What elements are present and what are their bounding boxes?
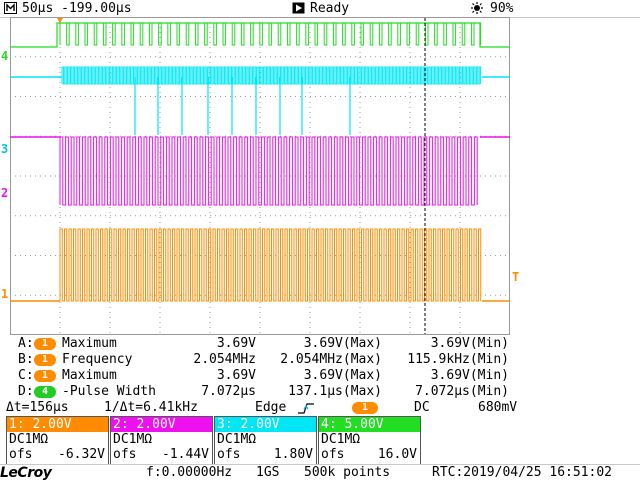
status-bar: 50µs -199.00µs Ready 90% bbox=[0, 0, 640, 18]
play-icon[interactable] bbox=[292, 2, 305, 14]
run-state[interactable]: Ready bbox=[310, 0, 349, 17]
cursor-trigger-bar: Δt=156µs 1/Δt=6.41kHz Edge 1 DC 680mV bbox=[0, 401, 640, 415]
source-badge: 1 bbox=[34, 370, 56, 382]
channel-2-scale: 2: 2.00V bbox=[111, 417, 212, 432]
source-badge: 1 bbox=[34, 338, 56, 350]
measurement-row[interactable]: A: 1 Maximum 3.69V 3.69V(Max) 3.69V(Min) bbox=[0, 336, 640, 352]
trigger-level[interactable]: 680mV bbox=[478, 401, 517, 415]
waveform-canvas[interactable] bbox=[10, 17, 510, 335]
channel-4-scale: 4: 5.00V bbox=[319, 417, 420, 432]
channel-3-offset: ofs 1.80V bbox=[217, 447, 313, 462]
channel-2-box[interactable]: 2: 2.00V DC1MΩ ofs -1.44V bbox=[110, 416, 213, 465]
trigger-source-badge[interactable]: 1 bbox=[352, 402, 378, 414]
trigger-type[interactable]: Edge bbox=[255, 401, 286, 415]
menu-icon[interactable] bbox=[4, 2, 17, 14]
ch2-marker[interactable]: 2 bbox=[1, 187, 8, 199]
real-time-clock: RTC:2019/04/25 16:51:02 bbox=[432, 465, 613, 480]
bottom-status-bar: LeCroy f:0.00000Hz 1GS 500k points RTC:2… bbox=[0, 464, 640, 481]
rising-edge-icon bbox=[298, 403, 314, 414]
intensity-readout[interactable]: 90% bbox=[490, 0, 513, 17]
measurement-panel: A: 1 Maximum 3.69V 3.69V(Max) 3.69V(Min)… bbox=[0, 336, 640, 402]
lecroy-logo: LeCroy bbox=[0, 465, 52, 481]
channel-1-offset: ofs -6.32V bbox=[9, 447, 105, 462]
source-badge: 4 bbox=[34, 386, 56, 398]
ch3-marker[interactable]: 3 bbox=[1, 143, 8, 155]
channel-2-coupling: DC1MΩ bbox=[113, 432, 153, 447]
source-badge: 1 bbox=[34, 354, 56, 366]
channel-2-offset: ofs -1.44V bbox=[113, 447, 209, 462]
channel-4-coupling: DC1MΩ bbox=[321, 432, 361, 447]
brightness-icon[interactable] bbox=[470, 2, 484, 14]
measurement-row[interactable]: C: 1 Maximum 3.69V 3.69V(Max) 3.69V(Min) bbox=[0, 368, 640, 384]
channel-1-scale: 1: 2.00V bbox=[7, 417, 108, 432]
channel-3-scale: 3: 2.00V bbox=[215, 417, 316, 432]
delta-t-readout[interactable]: Δt=156µs bbox=[6, 401, 69, 415]
trigger-level-marker[interactable]: T bbox=[512, 270, 519, 284]
ch4-marker[interactable]: 4 bbox=[1, 50, 8, 62]
measurement-row[interactable]: D: 4 -Pulse Width 7.072µs 137.1µs(Max) 7… bbox=[0, 384, 640, 400]
trigger-coupling[interactable]: DC bbox=[414, 401, 430, 415]
inverse-delta-t-readout[interactable]: 1/Δt=6.41kHz bbox=[104, 401, 198, 415]
sample-rate[interactable]: 1GS bbox=[256, 465, 279, 481]
channel-4-offset: ofs 16.0V bbox=[321, 447, 417, 462]
record-length[interactable]: 500k points bbox=[304, 465, 390, 481]
channel-3-coupling: DC1MΩ bbox=[217, 432, 257, 447]
channel-1-coupling: DC1MΩ bbox=[9, 432, 49, 447]
channel-3-box[interactable]: 3: 2.00V DC1MΩ ofs 1.80V bbox=[214, 416, 317, 465]
frequency-counter: f:0.00000Hz bbox=[146, 465, 233, 480]
measurement-row[interactable]: B: 1 Frequency 2.054MHz 2.054MHz(Max) 11… bbox=[0, 352, 640, 368]
channel-4-box[interactable]: 4: 5.00V DC1MΩ ofs 16.0V bbox=[318, 416, 421, 465]
ch1-marker[interactable]: 1 bbox=[1, 288, 8, 300]
channel-1-box[interactable]: 1: 2.00V DC1MΩ ofs -6.32V bbox=[6, 416, 109, 465]
timebase-readout[interactable]: 50µs -199.00µs bbox=[22, 0, 132, 17]
waveform-display[interactable] bbox=[10, 17, 510, 335]
